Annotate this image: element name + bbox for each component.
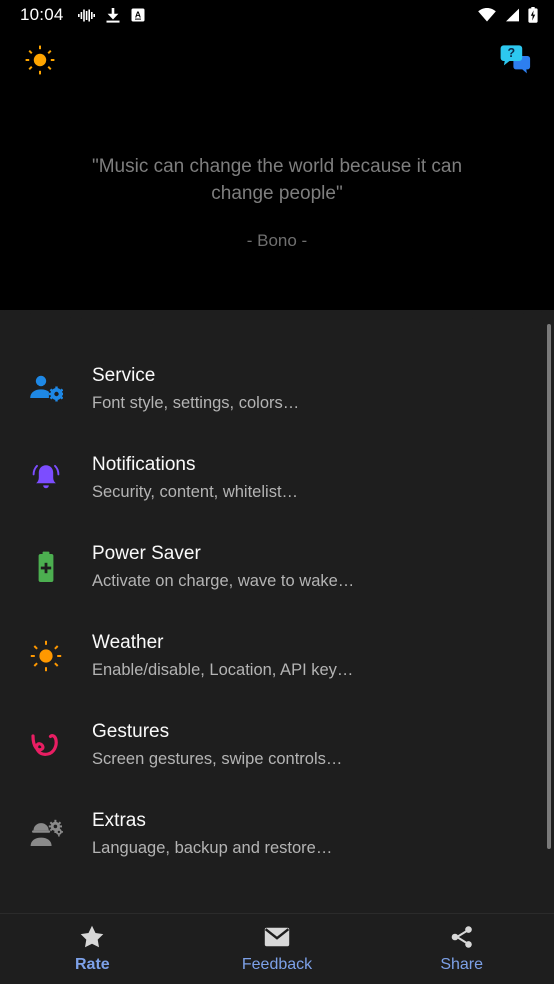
status-bar: 10:04 A — [0, 0, 554, 30]
help-button[interactable]: ? — [492, 40, 536, 84]
status-bar-left-icons: A — [77, 7, 145, 23]
bottom-nav-label: Feedback — [241, 955, 313, 973]
settings-row-title: Weather — [92, 631, 164, 653]
settings-row-service[interactable]: Service Font style, settings, colors… — [0, 344, 554, 433]
bottom-nav-label: Rate — [74, 955, 110, 973]
person-gear-icon — [0, 374, 92, 404]
bottom-nav-feedback[interactable]: Feedback — [185, 914, 370, 984]
settings-row-text: Notifications Security, content, whiteli… — [92, 453, 298, 503]
settings-row-text: Service Font style, settings, colors… — [92, 364, 299, 414]
share-icon — [450, 925, 474, 949]
svg-text:?: ? — [507, 46, 515, 60]
audio-wave-icon — [77, 9, 95, 22]
settings-card: Service Font style, settings, colors… No… — [0, 310, 554, 913]
settings-row-title: Power Saver — [92, 542, 201, 564]
settings-row-title: Service — [92, 364, 156, 386]
settings-row-subtitle: Screen gestures, swipe controls… — [92, 749, 343, 768]
status-bar-right-icons — [478, 7, 538, 23]
bottom-nav-rate[interactable]: Rate — [0, 914, 185, 984]
settings-list: Service Font style, settings, colors… No… — [0, 344, 554, 878]
battery-charging-icon — [528, 7, 538, 23]
settings-row-power-saver[interactable]: Power Saver Activate on charge, wave to … — [0, 522, 554, 611]
settings-row-title: Notifications — [92, 453, 196, 475]
settings-row-extras[interactable]: Extras Language, backup and restore… — [0, 789, 554, 878]
settings-row-notifications[interactable]: Notifications Security, content, whiteli… — [0, 433, 554, 522]
svg-text:A: A — [134, 10, 140, 20]
bell-ringing-icon — [0, 462, 92, 494]
quote-author: - Bono - — [246, 231, 308, 250]
settings-row-subtitle: Security, content, whitelist… — [92, 482, 299, 501]
bottom-nav-share[interactable]: Share — [369, 914, 554, 984]
bottom-navigation-bar: Rate Feedback Share — [0, 913, 554, 984]
settings-row-weather[interactable]: Weather Enable/disable, Location, API ke… — [0, 611, 554, 700]
engineer-gear-icon — [0, 819, 92, 849]
status-bar-clock: 10:04 — [20, 5, 64, 24]
card-top-curve — [0, 310, 554, 344]
sun-icon — [25, 45, 55, 80]
settings-row-title: Gestures — [92, 720, 170, 742]
envelope-icon — [264, 925, 290, 949]
settings-row-subtitle: Enable/disable, Location, API key… — [92, 660, 354, 679]
settings-row-text: Extras Language, backup and restore… — [92, 809, 332, 859]
list-scrollbar[interactable] — [547, 324, 551, 849]
star-icon — [80, 925, 104, 949]
sun-icon — [0, 640, 92, 672]
settings-row-gestures[interactable]: Gestures Screen gestures, swipe controls… — [0, 700, 554, 789]
settings-row-subtitle: Font style, settings, colors… — [92, 393, 300, 412]
app-top-bar: ? — [0, 30, 554, 94]
settings-row-text: Gestures Screen gestures, swipe controls… — [92, 720, 342, 770]
settings-row-text: Weather Enable/disable, Location, API ke… — [92, 631, 353, 681]
gesture-swirl-icon — [0, 730, 92, 760]
app-screen: 10:04 A ? "Music can change the world be… — [0, 0, 554, 984]
cellular-signal-icon — [504, 8, 520, 22]
quote-block: "Music can change the world because it c… — [0, 94, 554, 310]
settings-row-text: Power Saver Activate on charge, wave to … — [92, 542, 354, 592]
settings-row-subtitle: Activate on charge, wave to wake… — [92, 571, 355, 590]
quote-text: "Music can change the world because it c… — [91, 156, 463, 204]
wifi-icon — [478, 8, 496, 22]
settings-row-title: Extras — [92, 809, 146, 831]
bottom-nav-label: Share — [440, 955, 484, 973]
settings-row-subtitle: Language, backup and restore… — [92, 838, 333, 857]
help-chat-bubble-icon: ? — [497, 43, 531, 82]
download-icon — [106, 7, 120, 23]
theme-sun-button[interactable] — [18, 40, 62, 84]
battery-plus-icon — [0, 551, 92, 583]
letter-a-badge-icon: A — [131, 8, 145, 22]
